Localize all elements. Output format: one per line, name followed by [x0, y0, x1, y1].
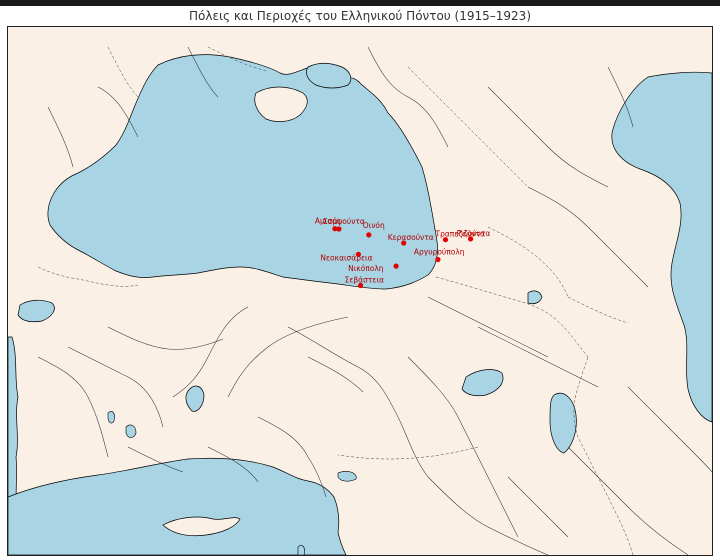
dead-sea: [297, 545, 305, 555]
city-marker[interactable]: [332, 226, 338, 232]
city-marker[interactable]: [366, 232, 372, 238]
map-canvas[interactable]: ΣαμψούνταΑμισός ΟινόηΚερασούντα Τραπεζούντ…: [8, 27, 712, 555]
top-bar: [0, 0, 720, 6]
city-marker[interactable]: [435, 256, 441, 263]
map-title: Πόλεις και Περιοχές του Ελληνικού Πόντου…: [188, 9, 532, 23]
city-label: Αμισός: [315, 217, 341, 226]
city-label: Οινόη: [363, 221, 385, 230]
city-label: Αργυρούπολη: [414, 248, 465, 257]
lake-egirdir: [107, 411, 115, 424]
city-label: Νικόπολη: [348, 264, 384, 273]
city-label: Νεοκαισάρεια: [320, 253, 372, 262]
city-marker[interactable]: [393, 263, 399, 269]
lake-assad: [337, 471, 357, 482]
map-frame[interactable]: Σαμψούντα Αμισός Οινόη Κερασούντα Τραπεζούντ…: [7, 26, 713, 556]
city-label: Σεβάστεια: [345, 276, 384, 285]
lake-beysehir: [125, 424, 137, 438]
city-label: Κερασούντα: [388, 233, 434, 242]
city-label: Ριζούντα: [457, 229, 491, 238]
